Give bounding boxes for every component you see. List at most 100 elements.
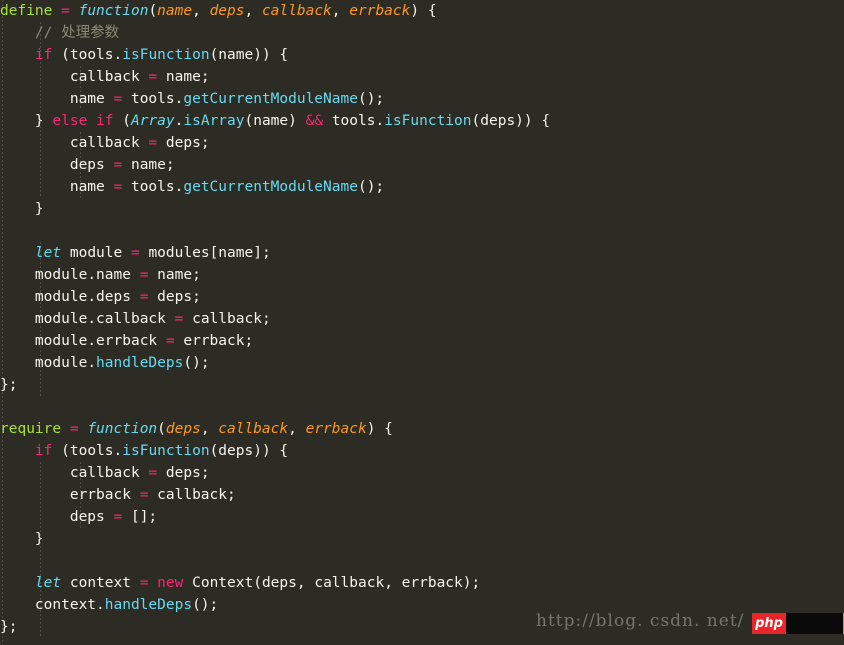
code-token: . [375,113,385,129]
code-token: callback [157,487,227,503]
code-token: ( [148,3,158,19]
code-token: errback [401,575,463,591]
code-line: module.errback = errback; [0,330,550,352]
code-token: name [218,47,254,63]
code-token: if [34,47,53,63]
code-token: ( [113,113,131,129]
code-token: module [34,311,88,327]
code-token: , [192,3,210,19]
code-token: deps [69,509,105,525]
code-token: name [157,3,193,19]
code-token: ; [200,135,210,151]
code-token: ( [244,113,254,129]
code-token: name [96,267,131,283]
code-line: name = tools.getCurrentModuleName(); [0,176,550,198]
code-token: = [130,245,140,261]
code-token: = [113,157,123,173]
code-token: name [253,113,289,129]
code-token: = [113,509,123,525]
code-token: . [87,333,97,349]
code-token: modules [148,245,210,261]
code-token: (); [357,179,385,195]
code-token: = [61,3,70,19]
code-line: let module = modules[name]; [0,242,550,264]
code-token: define [0,3,53,19]
code-token: , [296,575,315,591]
code-token: isFunction [384,113,472,129]
code-token: name [130,157,166,173]
code-token: callback [69,465,140,481]
code-token: module [34,333,88,349]
code-token: (); [183,355,210,371]
code-token: } [34,201,44,217]
code-token: ; [227,487,236,503]
code-token: deps [218,443,254,459]
code-token: module [34,289,88,305]
code-token: } [34,113,53,129]
php-badge-label: php [755,616,783,631]
code-token: callback [218,421,289,437]
code-token: . [113,47,123,63]
code-token: if [34,443,53,459]
code-token: callback [69,135,140,151]
code-token: ( [157,421,166,437]
code-editor-viewport[interactable]: define = function(name, deps, callback, … [0,0,844,645]
watermark-badge-strip: php [752,613,844,634]
code-token: else [52,113,88,129]
code-token: ; [192,289,201,305]
code-token: = [113,91,123,107]
code-line: }; [0,374,550,396]
code-token: , [331,3,350,19]
code-line: } else if (Array.isArray(name) && tools.… [0,110,550,132]
code-token: name [157,267,193,283]
code-token: module [69,245,123,261]
code-token: . [96,597,105,613]
code-token: errback [305,421,367,437]
code-line: callback = name; [0,66,550,88]
code-token: tools [69,443,114,459]
code-token: deps [165,135,201,151]
code-token: ( [209,47,219,63]
code-token: . [113,443,123,459]
code-token: ; [165,157,175,173]
code-token: module [34,267,88,283]
code-token: errback [349,3,411,19]
code-token: = [148,135,158,151]
source-code-block[interactable]: define = function(name, deps, callback, … [0,0,550,638]
code-token: tools [130,179,175,195]
code-token: getCurrentModuleName [183,91,358,107]
php-badge-icon: php [752,613,786,634]
code-token: new [157,575,184,591]
code-token: (); [357,91,385,107]
code-token: deps [96,289,131,305]
code-token: ; [200,69,210,85]
code-token: ; [200,465,210,481]
code-token: module [34,355,88,371]
watermark-url: http://blog. csdn. net/ [536,611,745,631]
